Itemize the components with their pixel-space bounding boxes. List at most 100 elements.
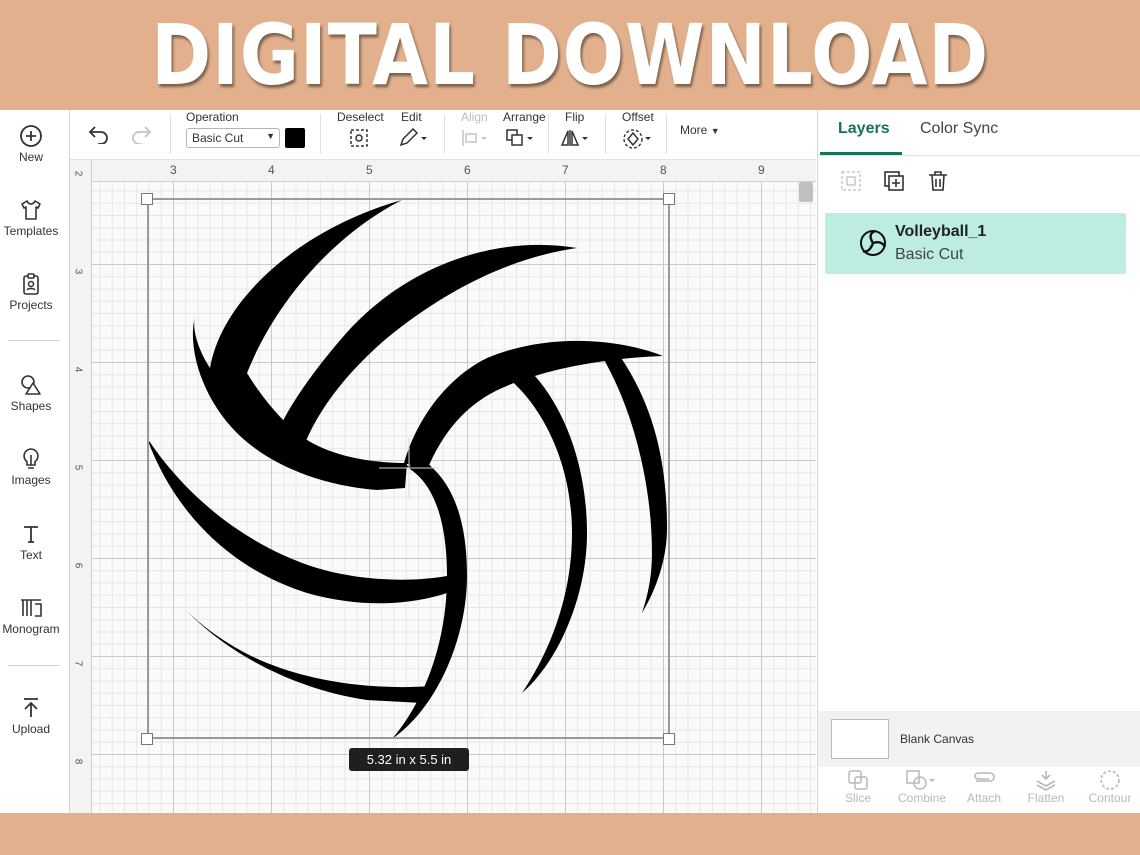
pencil-icon[interactable] (398, 128, 428, 148)
caret-down-icon: ▼ (710, 126, 720, 136)
ruler-tick: 8 (72, 758, 84, 765)
trash-icon[interactable] (927, 170, 949, 192)
sidebar-item-monogram[interactable]: Monogram (0, 596, 62, 636)
more-label: More (680, 123, 708, 137)
arrange-icon[interactable] (505, 128, 537, 148)
tshirt-icon (21, 200, 41, 220)
flatten-button[interactable]: Flatten (1021, 769, 1071, 805)
sidebar-item-upload[interactable]: Upload (0, 696, 62, 736)
sidebar-item-templates[interactable]: Templates (0, 198, 62, 238)
group-icon[interactable] (840, 170, 862, 192)
undo-icon[interactable] (88, 124, 110, 144)
ruler-tick: 3 (170, 163, 177, 177)
tab-layers[interactable]: Layers (838, 120, 890, 138)
dimensions-label: 5.32 in x 5.5 in (349, 748, 469, 771)
deselect-icon[interactable] (349, 128, 369, 148)
operation-value: Basic Cut (192, 131, 244, 145)
edit-label: Edit (401, 110, 422, 124)
resize-handle-bottom-right[interactable] (663, 733, 675, 745)
flip-icon[interactable] (560, 128, 592, 148)
plus-circle-icon (20, 125, 42, 147)
duplicate-icon[interactable] (883, 170, 905, 192)
deselect-label: Deselect (337, 110, 384, 124)
sidebar-item-new[interactable]: New (0, 124, 62, 164)
contour-button[interactable]: Contour (1085, 769, 1135, 805)
offset-label: Offset (622, 110, 654, 124)
shapes-icon (21, 375, 41, 395)
layer-name: Volleyball_1 (895, 223, 987, 240)
ruler-tick: 4 (268, 163, 275, 177)
ruler-tick: 4 (72, 366, 84, 373)
ruler-tick: 6 (464, 163, 471, 177)
clipboard-icon (23, 273, 39, 295)
toolbar-divider (666, 114, 667, 154)
slice-button[interactable]: Slice (833, 769, 883, 805)
sidebar-item-label: Monogram (2, 622, 60, 636)
offset-icon[interactable] (622, 128, 654, 150)
ruler-tick: 5 (366, 163, 373, 177)
volleyball-icon (860, 229, 887, 256)
attach-button[interactable]: Attach (959, 769, 1009, 805)
sidebar-item-text[interactable]: Text (0, 522, 62, 562)
ruler-tick: 3 (72, 268, 84, 275)
operation-label: Operation (186, 110, 239, 124)
contour-label: Contour (1088, 791, 1132, 805)
sidebar-item-label: Images (11, 473, 51, 487)
toolbar: Operation Basic Cut ▼ Deselect Edit Alig… (70, 110, 816, 160)
sidebar-item-label: Upload (11, 722, 51, 736)
slice-label: Slice (844, 791, 871, 805)
operation-color-swatch[interactable] (285, 128, 305, 148)
ruler-tick: 7 (562, 163, 569, 177)
sidebar-item-projects[interactable]: Projects (0, 272, 62, 312)
resize-handle-top-left[interactable] (141, 193, 153, 205)
banner-title: DIGITAL DOWNLOAD (151, 6, 989, 104)
sidebar-divider (8, 340, 60, 341)
text-icon (24, 526, 38, 543)
slice-icon (848, 770, 868, 790)
layer-item[interactable]: Volleyball_1 Basic Cut (825, 213, 1126, 274)
canvas-area[interactable]: 3 4 5 6 7 8 9 2 3 4 5 6 7 8 5.32 in x 5.… (70, 160, 816, 813)
more-menu[interactable]: More ▼ (680, 123, 720, 137)
lightbulb-icon (23, 448, 39, 469)
sidebar-divider (8, 665, 60, 666)
upload-icon (24, 698, 38, 717)
toolbar-divider (320, 114, 321, 154)
ruler-tick: 2 (72, 170, 84, 177)
sidebar-item-label: Text (19, 548, 42, 562)
combine-button[interactable]: Combine (897, 769, 947, 805)
ruler-top: 3 4 5 6 7 8 9 (70, 160, 816, 182)
sidebar-item-label: Shapes (10, 399, 52, 413)
panel-divider (818, 155, 1140, 156)
vertical-scrollbar[interactable] (799, 182, 813, 202)
chevron-down-icon: ▼ (266, 131, 275, 141)
paperclip-icon (974, 772, 995, 782)
selection-box (147, 198, 670, 739)
monogram-icon (21, 599, 42, 617)
sidebar-item-images[interactable]: Images (0, 447, 62, 487)
toolbar-divider (170, 114, 171, 154)
flip-label: Flip (565, 110, 585, 124)
sidebar-item-shapes[interactable]: Shapes (0, 373, 62, 413)
arrange-label: Arrange (503, 110, 546, 124)
resize-handle-top-right[interactable] (663, 193, 675, 205)
contour-icon (1100, 770, 1120, 790)
ruler-tick: 5 (72, 464, 84, 471)
layer-operation: Basic Cut (895, 246, 964, 263)
sidebar-item-label: Projects (9, 298, 53, 312)
bottom-toolbar: Slice Combine Attach Flatten Contour (818, 767, 1140, 813)
attach-label: Attach (966, 791, 1002, 805)
resize-handle-bottom-left[interactable] (141, 733, 153, 745)
sidebar-item-label: New (18, 150, 43, 164)
blank-canvas-row[interactable]: Blank Canvas (818, 711, 1140, 767)
align-icon[interactable] (461, 128, 491, 148)
align-label: Align (461, 110, 488, 124)
ruler-tick: 8 (660, 163, 667, 177)
operation-select[interactable]: Basic Cut ▼ (186, 128, 280, 148)
combine-label: Combine (897, 791, 947, 805)
toolbar-divider (444, 114, 445, 154)
redo-icon[interactable] (130, 124, 152, 144)
ruler-tick: 6 (72, 562, 84, 569)
layers-panel: Layers Color Sync Volleyball_1 Basic Cut… (817, 110, 1140, 813)
tab-color-sync[interactable]: Color Sync (920, 120, 998, 138)
toolbar-divider (548, 114, 549, 154)
